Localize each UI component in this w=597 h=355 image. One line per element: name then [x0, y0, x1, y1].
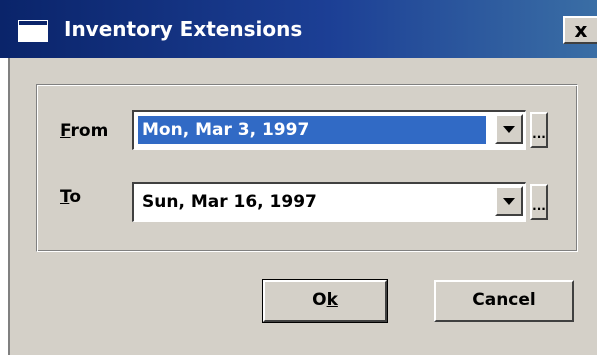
dialog-window: Inventory Extensions x From Mon, Mar 3, … [0, 0, 597, 355]
from-label-text: rom [70, 121, 109, 141]
ok-button-accelerator: k [326, 290, 338, 310]
window-left-edge [0, 58, 10, 355]
from-dropdown-button[interactable] [495, 114, 523, 144]
to-label-accelerator: T [60, 187, 70, 207]
cancel-button[interactable]: Cancel [434, 280, 574, 322]
from-date-combo[interactable]: Mon, Mar 3, 1997 [132, 110, 526, 150]
close-button[interactable]: x [563, 16, 597, 44]
ok-button-label: O [312, 290, 327, 310]
to-date-value[interactable]: Sun, Mar 16, 1997 [138, 188, 317, 216]
to-label-text: o [69, 187, 82, 207]
to-ellipsis-button[interactable]: ... [530, 184, 548, 220]
to-label: To [60, 187, 81, 207]
to-dropdown-button[interactable] [495, 186, 523, 216]
title-bar[interactable]: Inventory Extensions x [0, 0, 597, 58]
to-date-combo[interactable]: Sun, Mar 16, 1997 [132, 182, 526, 222]
close-icon: x [574, 18, 588, 42]
window-title: Inventory Extensions [64, 17, 303, 41]
ok-button[interactable]: Ok [262, 279, 388, 323]
from-date-value[interactable]: Mon, Mar 3, 1997 [138, 116, 486, 144]
from-label-accelerator: F [60, 121, 71, 141]
window-icon [18, 20, 48, 42]
from-label: From [60, 121, 108, 141]
from-ellipsis-button[interactable]: ... [530, 112, 548, 148]
